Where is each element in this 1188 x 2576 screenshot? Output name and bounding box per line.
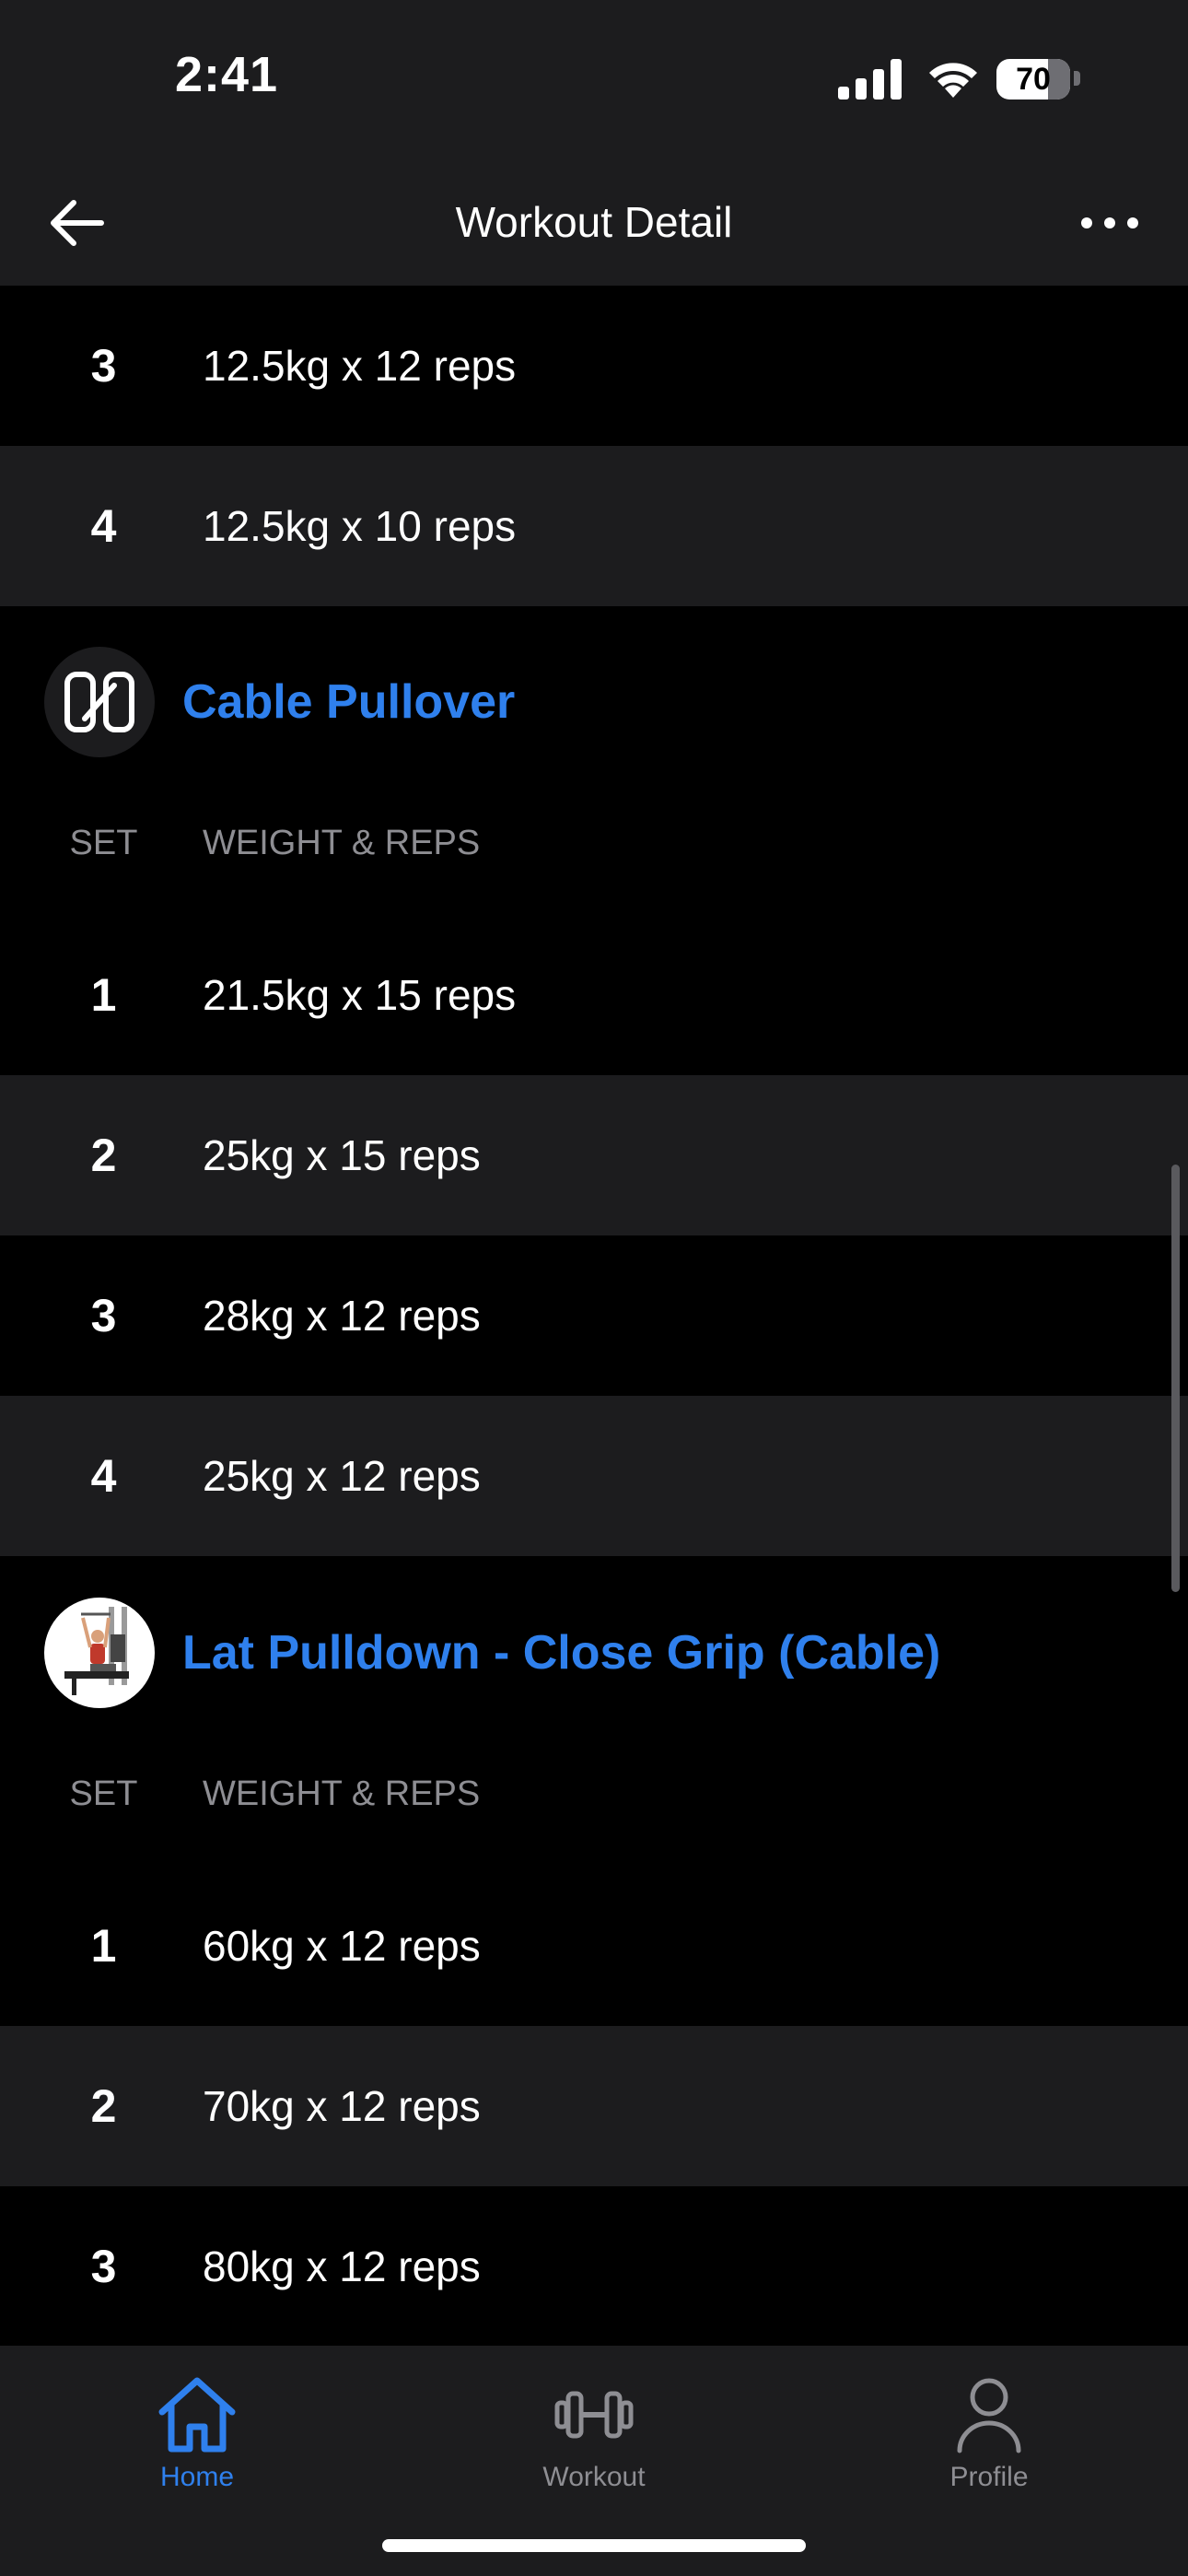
exercise-header[interactable]: Lat Pulldown - Close Grip (Cable) <box>0 1585 1188 1723</box>
wifi-icon <box>929 63 977 98</box>
set-weight-reps: 70kg x 12 reps <box>203 2082 481 2130</box>
set-number: 3 <box>90 340 117 392</box>
set-row: 3 80kg x 12 reps <box>0 2186 1188 2346</box>
nav-bar: Workout Detail <box>0 157 1188 286</box>
set-row: 4 25kg x 12 reps <box>0 1396 1188 1556</box>
set-weight-reps: 25kg x 15 reps <box>203 1131 481 1179</box>
home-indicator[interactable] <box>382 2539 806 2552</box>
set-row: 1 60kg x 12 reps <box>0 1866 1188 2026</box>
person-icon <box>957 2378 1021 2453</box>
set-weight-reps: 25kg x 12 reps <box>203 1452 481 1500</box>
set-row: 2 70kg x 12 reps <box>0 2026 1188 2186</box>
set-weight-reps: 12.5kg x 12 reps <box>203 342 517 390</box>
set-number: 4 <box>90 500 117 552</box>
set-weight-reps: 80kg x 12 reps <box>203 2242 481 2290</box>
set-row: 2 25kg x 15 reps <box>0 1075 1188 1235</box>
column-weight-reps-label: WEIGHT & REPS <box>203 824 481 862</box>
set-row: 1 21.5kg x 15 reps <box>0 915 1188 1075</box>
set-weight-reps: 12.5kg x 10 reps <box>203 502 517 550</box>
more-icon <box>1081 217 1138 228</box>
column-header: SET WEIGHT & REPS <box>0 1762 1188 1826</box>
tab-workout[interactable]: Workout <box>493 2373 695 2502</box>
status-icons: 70 <box>838 55 1087 101</box>
status-time: 2:41 <box>175 47 279 102</box>
set-row: 3 12.5kg x 12 reps <box>0 286 1188 446</box>
page-title: Workout Detail <box>455 198 733 246</box>
set-number: 1 <box>90 1920 117 1972</box>
workout-content[interactable]: 3 12.5kg x 12 reps 4 12.5kg x 10 reps Ca… <box>0 286 1188 2346</box>
tab-home-label: Home <box>159 2462 235 2492</box>
battery-cap <box>1074 71 1080 86</box>
exercise-thumbnail[interactable] <box>44 647 155 757</box>
column-set-label: SET <box>69 1774 138 1813</box>
exercise-name[interactable]: Cable Pullover <box>182 674 515 730</box>
cellular-signal-icon <box>838 59 902 100</box>
column-weight-reps-label: WEIGHT & REPS <box>203 1774 481 1813</box>
more-options-button[interactable] <box>1077 205 1142 241</box>
cable-exercise-icon <box>64 672 134 732</box>
set-number: 2 <box>90 2080 117 2132</box>
set-number: 4 <box>90 1450 117 1502</box>
lat-pulldown-illustration-icon <box>64 1607 129 1695</box>
set-number: 1 <box>90 969 117 1021</box>
battery-level: 70 <box>1016 62 1051 97</box>
scroll-indicator[interactable] <box>1171 1165 1180 1592</box>
set-number: 2 <box>90 1130 117 1181</box>
set-weight-reps: 28kg x 12 reps <box>203 1292 481 1340</box>
set-row: 3 28kg x 12 reps <box>0 1235 1188 1396</box>
exercise-thumbnail[interactable] <box>44 1598 155 1708</box>
dumbbell-icon <box>554 2391 634 2439</box>
set-row: 4 12.5kg x 10 reps <box>0 446 1188 606</box>
tab-profile[interactable]: Profile <box>888 2373 1090 2502</box>
tab-profile-label: Profile <box>949 2462 1029 2492</box>
exercise-name[interactable]: Lat Pulldown - Close Grip (Cable) <box>182 1625 940 1680</box>
column-set-label: SET <box>69 824 138 862</box>
tab-workout-label: Workout <box>542 2462 646 2492</box>
set-weight-reps: 60kg x 12 reps <box>203 1922 481 1970</box>
column-header: SET WEIGHT & REPS <box>0 811 1188 875</box>
set-number: 3 <box>90 1290 117 1341</box>
status-bar: 2:41 70 <box>0 0 1188 157</box>
set-number: 3 <box>90 2241 117 2292</box>
battery-icon: 70 <box>996 59 1070 100</box>
tab-home[interactable]: Home <box>96 2373 298 2502</box>
home-icon <box>158 2377 236 2453</box>
set-weight-reps: 21.5kg x 15 reps <box>203 971 517 1019</box>
exercise-header[interactable]: Cable Pullover <box>0 634 1188 772</box>
